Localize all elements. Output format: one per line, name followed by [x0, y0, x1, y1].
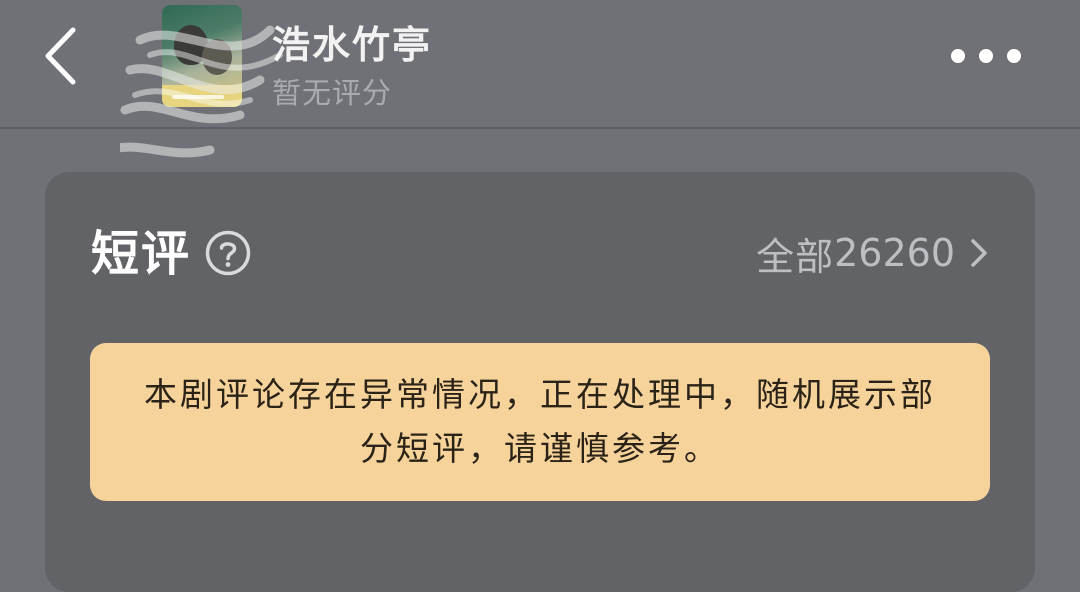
section-title: 短评: [91, 226, 192, 282]
short-review-card: 短评 全部 26260 本剧评论存在异常情况，正在处理中，随机展示部分短评，请谨慎…: [45, 172, 1035, 592]
view-all-link[interactable]: 全部 26260: [756, 230, 989, 279]
notice-text: 本剧评论存在异常情况，正在处理中，随机展示部分短评，请谨慎参考。: [144, 375, 936, 468]
chevron-right-icon: [971, 239, 987, 267]
poster-caption: [172, 95, 224, 99]
drama-rating-text: 暂无评分: [272, 76, 393, 110]
chevron-left-icon: [45, 27, 76, 85]
drama-poster[interactable]: [162, 5, 242, 107]
view-all-count: 26260: [834, 231, 955, 275]
poster-figure-secondary: [202, 39, 232, 75]
more-horizontal-icon: [951, 49, 1021, 63]
question-circle-icon[interactable]: [205, 230, 251, 276]
nav-divider: [0, 127, 1080, 129]
back-button[interactable]: [30, 18, 90, 94]
view-all-label: 全部: [756, 234, 835, 279]
more-button[interactable]: [944, 36, 1028, 76]
drama-title[interactable]: 浩水竹亭: [272, 14, 432, 69]
top-nav-bar: 浩水竹亭 暂无评分: [0, 0, 1080, 188]
review-warning-notice: 本剧评论存在异常情况，正在处理中，随机展示部分短评，请谨慎参考。: [90, 343, 990, 501]
